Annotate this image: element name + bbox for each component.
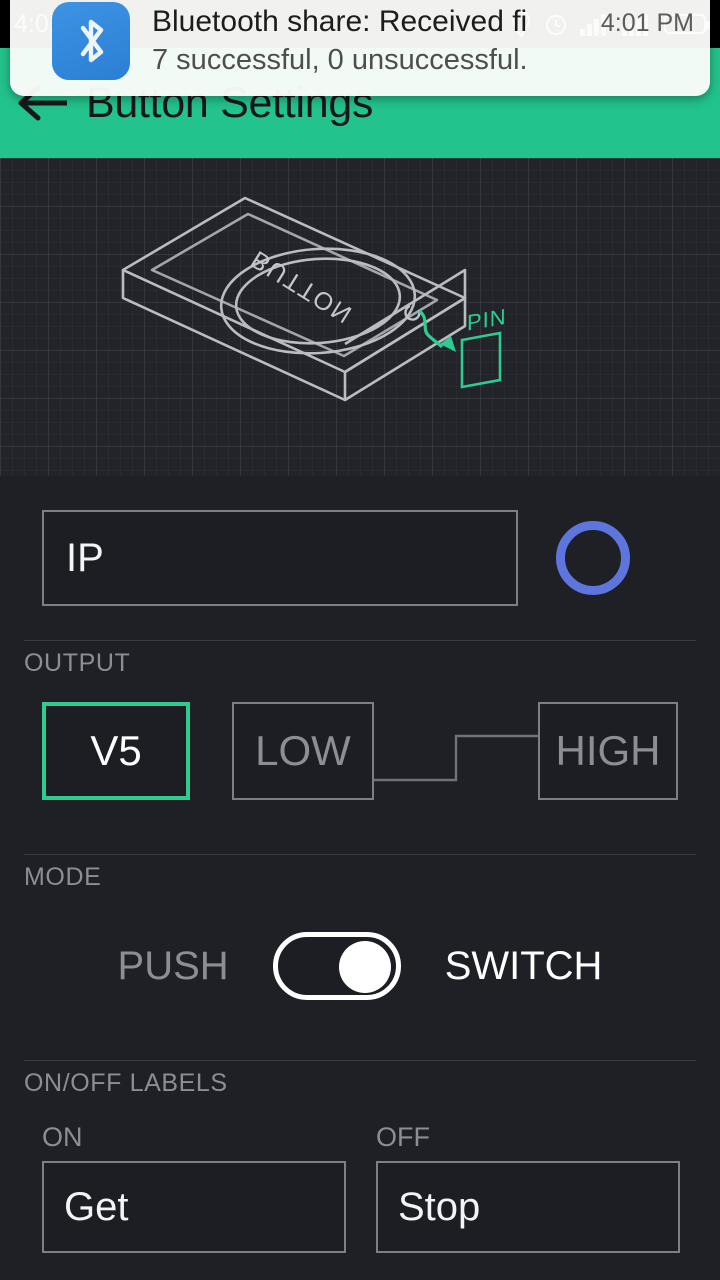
pin-callout: PIN [404, 304, 507, 389]
mode-section-label: MODE [24, 863, 102, 891]
mode-toggle-knob [338, 941, 391, 993]
settings-content: IP OUTPUT V5 LOW HIGH MODE PUSH SWITCH O… [0, 476, 720, 1280]
isometric-button-drawing: BUTTON PIN [121, 196, 507, 402]
bluetooth-icon [52, 2, 130, 80]
off-label-column: OFF Stop [376, 1122, 680, 1253]
notification-card[interactable]: Bluetooth share: Received fi 7 successfu… [10, 0, 710, 96]
mode-switch-row: PUSH SWITCH [0, 906, 720, 1026]
on-label-column: ON Get [42, 1122, 346, 1253]
notification-body: 7 successful, 0 unsuccessful. [152, 44, 528, 76]
notification-time: 4:01 PM [600, 9, 694, 37]
on-label-input[interactable]: Get [42, 1161, 346, 1253]
mode-toggle[interactable] [272, 932, 401, 1000]
circle-ring-icon[interactable] [556, 521, 630, 595]
output-chip-low[interactable]: LOW [232, 702, 374, 800]
button-settings-screen: 4:01 [0, 0, 720, 1280]
off-caption: OFF [376, 1122, 430, 1152]
output-chip-high[interactable]: HIGH [538, 702, 678, 800]
mode-section: MODE PUSH SWITCH [0, 854, 720, 1026]
notification-text: Bluetooth share: Received fi 7 successfu… [152, 4, 595, 80]
output-section-label: OUTPUT [24, 649, 131, 677]
pin-input[interactable]: IP [42, 510, 518, 606]
off-label-input[interactable]: Stop [376, 1161, 680, 1253]
output-chip-high-label: HIGH [555, 727, 661, 774]
output-chip-v5-label: V5 [90, 727, 142, 774]
output-section: OUTPUT V5 LOW HIGH [0, 640, 720, 820]
output-options: V5 LOW HIGH [0, 702, 720, 820]
onoff-section-label: ON/OFF LABELS [24, 1069, 228, 1097]
output-chip-v5[interactable]: V5 [42, 702, 190, 800]
notification-title: Bluetooth share: Received fi [152, 5, 528, 38]
on-label-value: Get [64, 1184, 129, 1229]
on-caption: ON [42, 1122, 83, 1152]
mode-label-switch[interactable]: SWITCH [445, 944, 603, 989]
device-illustration: BUTTON PIN [0, 158, 720, 476]
off-label-value: Stop [398, 1184, 481, 1229]
callout-label: PIN [467, 304, 507, 336]
level-step-connector [374, 734, 542, 782]
output-chip-low-label: LOW [255, 727, 351, 774]
mode-label-push[interactable]: PUSH [118, 944, 229, 989]
onoff-inputs: ON Get OFF Stop [0, 1104, 720, 1253]
onoff-labels-section: ON/OFF LABELS ON Get OFF Stop [0, 1060, 720, 1253]
pin-input-value: IP [66, 535, 104, 580]
pin-row: IP [0, 476, 720, 606]
